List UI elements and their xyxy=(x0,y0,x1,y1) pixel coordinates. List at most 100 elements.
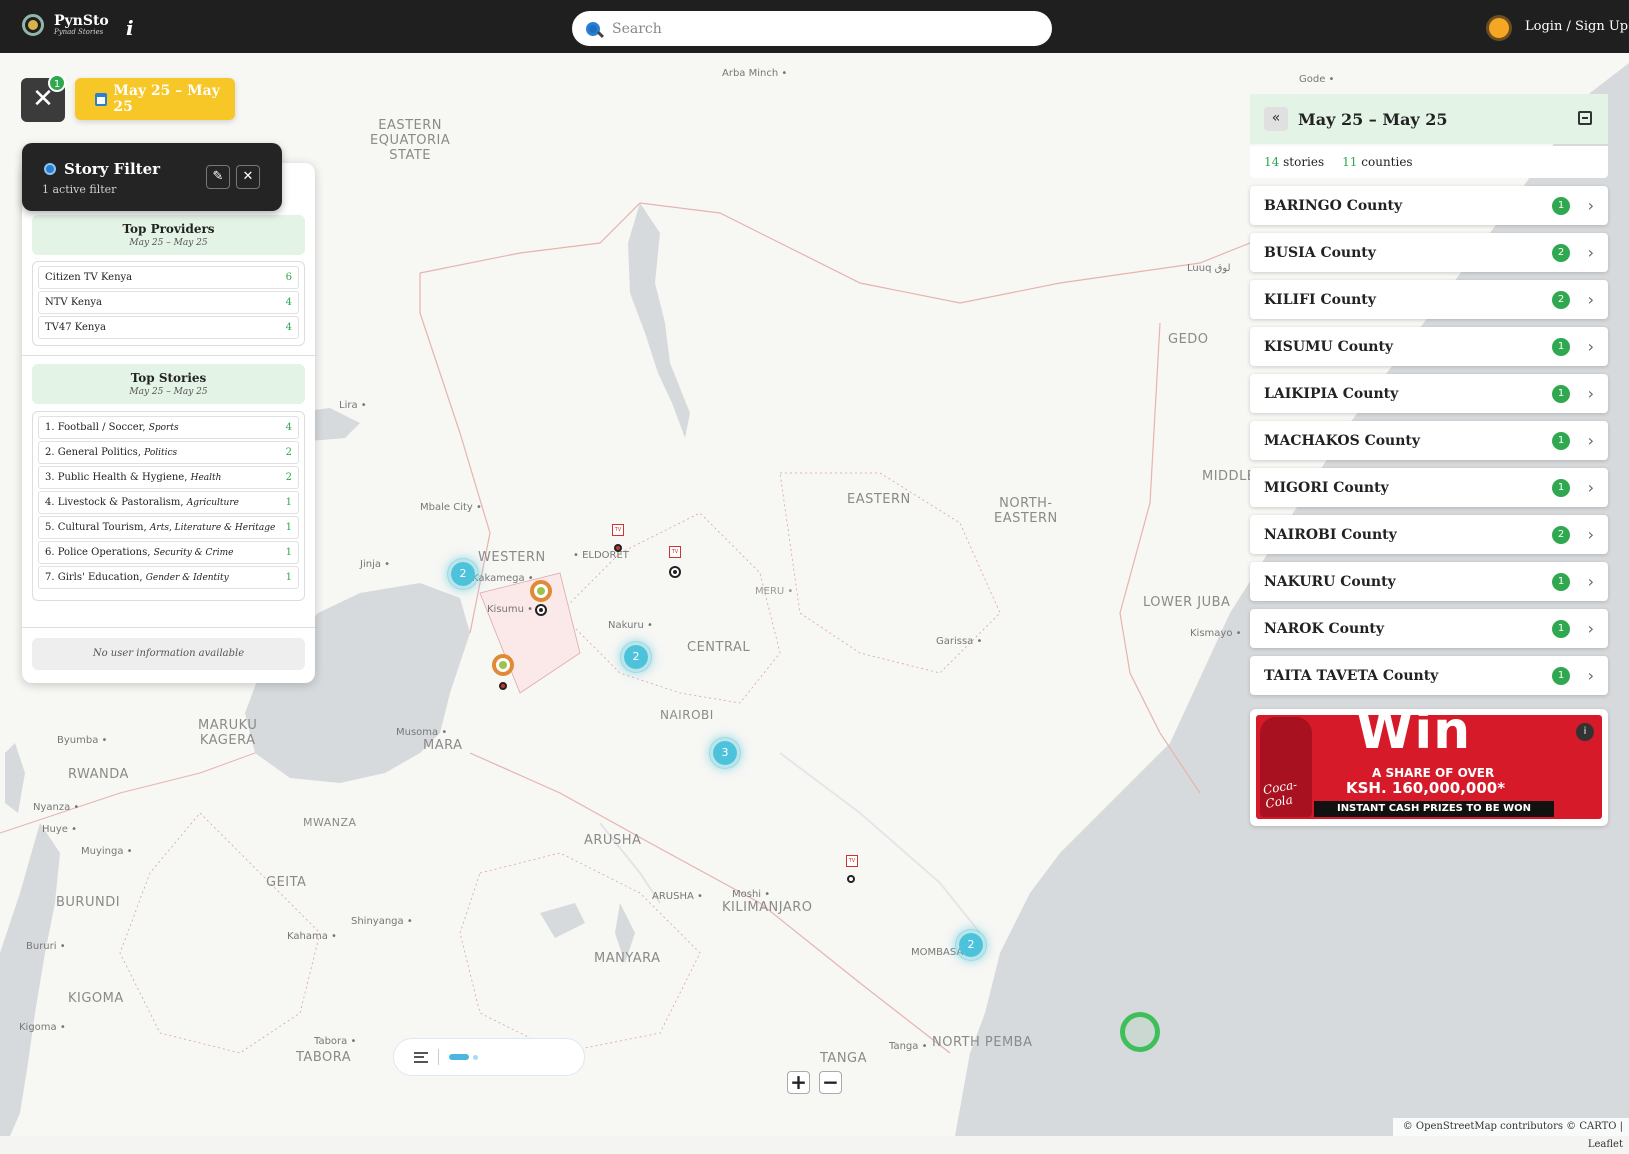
story-category: Agriculture xyxy=(186,498,239,508)
story-filter-title: Story Filter xyxy=(64,160,161,178)
place-label: MERU • xyxy=(755,586,794,597)
county-row-laikipia[interactable]: LAIKIPIA County 1 › xyxy=(1250,374,1608,413)
story-row[interactable]: 3. Public Health & Hygiene, Health 2 xyxy=(38,466,299,489)
theme-toggle-sun-icon[interactable] xyxy=(1489,18,1509,38)
section-title: Top Providers xyxy=(122,222,215,236)
place-label: Huye • xyxy=(42,824,78,835)
region-label: NAIROBI xyxy=(660,708,714,722)
county-count-badge: 1 xyxy=(1552,197,1570,215)
advertisement-banner[interactable]: Coca-Cola Win A SHARE OF OVER KSH. 160,0… xyxy=(1250,709,1608,826)
county-count-badge: 2 xyxy=(1552,244,1570,262)
place-label: Musoma • xyxy=(396,727,448,738)
map-attribution[interactable]: © OpenStreetMap contributors © CARTO | L… xyxy=(1393,1118,1629,1150)
provider-row[interactable]: NTV Kenya 4 xyxy=(38,291,299,314)
provider-logo-marker[interactable]: TV xyxy=(612,524,624,536)
region-label: KIGOMA xyxy=(68,991,124,1006)
ad-line2: KSH. 160,000,000* xyxy=(1346,779,1506,797)
county-row-busia[interactable]: BUSIA County 2 › xyxy=(1250,233,1608,272)
story-count: 1 xyxy=(285,572,292,583)
county-row-kilifi[interactable]: KILIFI County 2 › xyxy=(1250,280,1608,319)
story-marker[interactable] xyxy=(847,875,855,883)
date-range-label: May 25 – May 25 xyxy=(113,83,220,115)
county-name: MACHAKOS County xyxy=(1264,432,1421,449)
search-bar[interactable] xyxy=(572,11,1052,46)
collapse-panel-button[interactable]: « xyxy=(1264,107,1288,131)
story-marker[interactable] xyxy=(614,544,622,552)
carousel-controls[interactable] xyxy=(393,1038,585,1076)
list-menu-icon[interactable] xyxy=(414,1051,428,1063)
map-cluster-marker[interactable]: 2 xyxy=(955,929,987,961)
edit-filter-button[interactable]: ✎ xyxy=(206,165,230,189)
county-panel-header: « May 25 – May 25 xyxy=(1250,94,1608,144)
zoom-out-button[interactable]: − xyxy=(819,1071,842,1094)
county-row-nakuru[interactable]: NAKURU County 1 › xyxy=(1250,562,1608,601)
county-row-machakos[interactable]: MACHAKOS County 1 › xyxy=(1250,421,1608,460)
story-category: Sports xyxy=(148,423,179,433)
search-icon xyxy=(586,21,600,36)
story-marker[interactable] xyxy=(535,604,547,616)
date-range-button[interactable]: May 25 – May 25 xyxy=(75,78,235,120)
story-row[interactable]: 1. Football / Soccer, Sports 4 xyxy=(38,416,299,439)
ad-headline: Win xyxy=(1356,715,1472,761)
provider-count: 6 xyxy=(285,272,292,283)
county-count-badge: 1 xyxy=(1552,432,1570,450)
provider-row[interactable]: Citizen TV Kenya 6 xyxy=(38,266,299,289)
region-label: MARA xyxy=(423,738,463,753)
ad-info-icon[interactable]: i xyxy=(1576,723,1594,741)
county-row-narok[interactable]: NAROK County 1 › xyxy=(1250,609,1608,648)
county-row-nairobi[interactable]: NAIROBI County 2 › xyxy=(1250,515,1608,554)
calendar-icon xyxy=(95,92,108,106)
login-signup-link[interactable]: Login / Sign Up xyxy=(1525,19,1628,34)
ad-creative[interactable]: Coca-Cola Win A SHARE OF OVER KSH. 160,0… xyxy=(1256,715,1602,819)
county-row-baringo[interactable]: BARINGO County 1 › xyxy=(1250,186,1608,225)
map-cluster-marker[interactable]: 2 xyxy=(447,558,479,590)
story-marker[interactable] xyxy=(530,580,552,602)
county-row-kisumu[interactable]: KISUMU County 1 › xyxy=(1250,327,1608,366)
region-label: MANYARA xyxy=(594,951,661,966)
region-label: CENTRAL xyxy=(687,640,751,655)
top-stories-list[interactable]: 1. Football / Soccer, Sports 4 2. General… xyxy=(32,411,305,601)
story-marker[interactable] xyxy=(499,682,507,690)
place-label: • ELDORET xyxy=(573,550,629,561)
story-marker[interactable] xyxy=(669,566,681,578)
chevron-right-icon: › xyxy=(1587,337,1594,356)
info-icon[interactable]: i xyxy=(126,16,134,40)
story-row[interactable]: 2. General Politics, Politics 2 xyxy=(38,441,299,464)
story-count: 2 xyxy=(285,447,292,458)
county-count-badge: 2 xyxy=(1552,526,1570,544)
chevron-right-icon: › xyxy=(1587,619,1594,638)
provider-name: Citizen TV Kenya xyxy=(45,272,133,283)
close-filter-panel-button[interactable]: ✕ xyxy=(236,165,260,189)
county-row-migori[interactable]: MIGORI County 1 › xyxy=(1250,468,1608,507)
carousel-dot-active[interactable] xyxy=(449,1054,469,1060)
county-row-taita-taveta[interactable]: TAITA TAVETA County 1 › xyxy=(1250,656,1608,695)
story-row[interactable]: 5. Cultural Tourism, Arts, Literature & … xyxy=(38,516,299,539)
map-cluster-marker[interactable]: 2 xyxy=(620,641,652,673)
provider-logo-marker[interactable]: TV xyxy=(669,546,681,558)
place-label: Mbale City • xyxy=(420,502,482,513)
story-row[interactable]: 6. Police Operations, Security & Crime 1 xyxy=(38,541,299,564)
story-row[interactable]: 4. Livestock & Pastoralism, Agriculture 1 xyxy=(38,491,299,514)
region-label: GEITA xyxy=(266,875,307,890)
story-marker[interactable] xyxy=(492,654,514,676)
story-row[interactable]: 7. Girls' Education, Gender & Identity 1 xyxy=(38,566,299,589)
carousel-dot[interactable] xyxy=(473,1054,478,1060)
provider-row[interactable]: TV47 Kenya 4 xyxy=(38,316,299,339)
place-label: Kismayo • xyxy=(1190,628,1242,639)
place-label: Jinja • xyxy=(360,559,391,570)
zoom-in-button[interactable]: + xyxy=(787,1071,810,1094)
brand-logo[interactable]: PynSto Pynad Stories xyxy=(22,14,109,36)
search-input[interactable] xyxy=(612,20,1012,37)
county-count-badge: 1 xyxy=(1552,620,1570,638)
story-topic: 4. Livestock & Pastoralism, xyxy=(45,497,187,508)
place-label: Gode • xyxy=(1299,74,1335,85)
region-label: MARUKU KAGERA xyxy=(198,718,258,748)
story-count: 1 xyxy=(285,547,292,558)
map-cluster-marker[interactable]: 3 xyxy=(709,737,741,769)
brand-tagline: Pynad Stories xyxy=(54,28,104,36)
user-location-marker[interactable] xyxy=(1120,1012,1160,1052)
minimize-icon[interactable] xyxy=(1578,111,1592,125)
provider-logo-marker[interactable]: TV xyxy=(846,855,858,867)
story-topic: 6. Police Operations, xyxy=(45,547,154,558)
region-label: ARUSHA xyxy=(584,833,642,848)
